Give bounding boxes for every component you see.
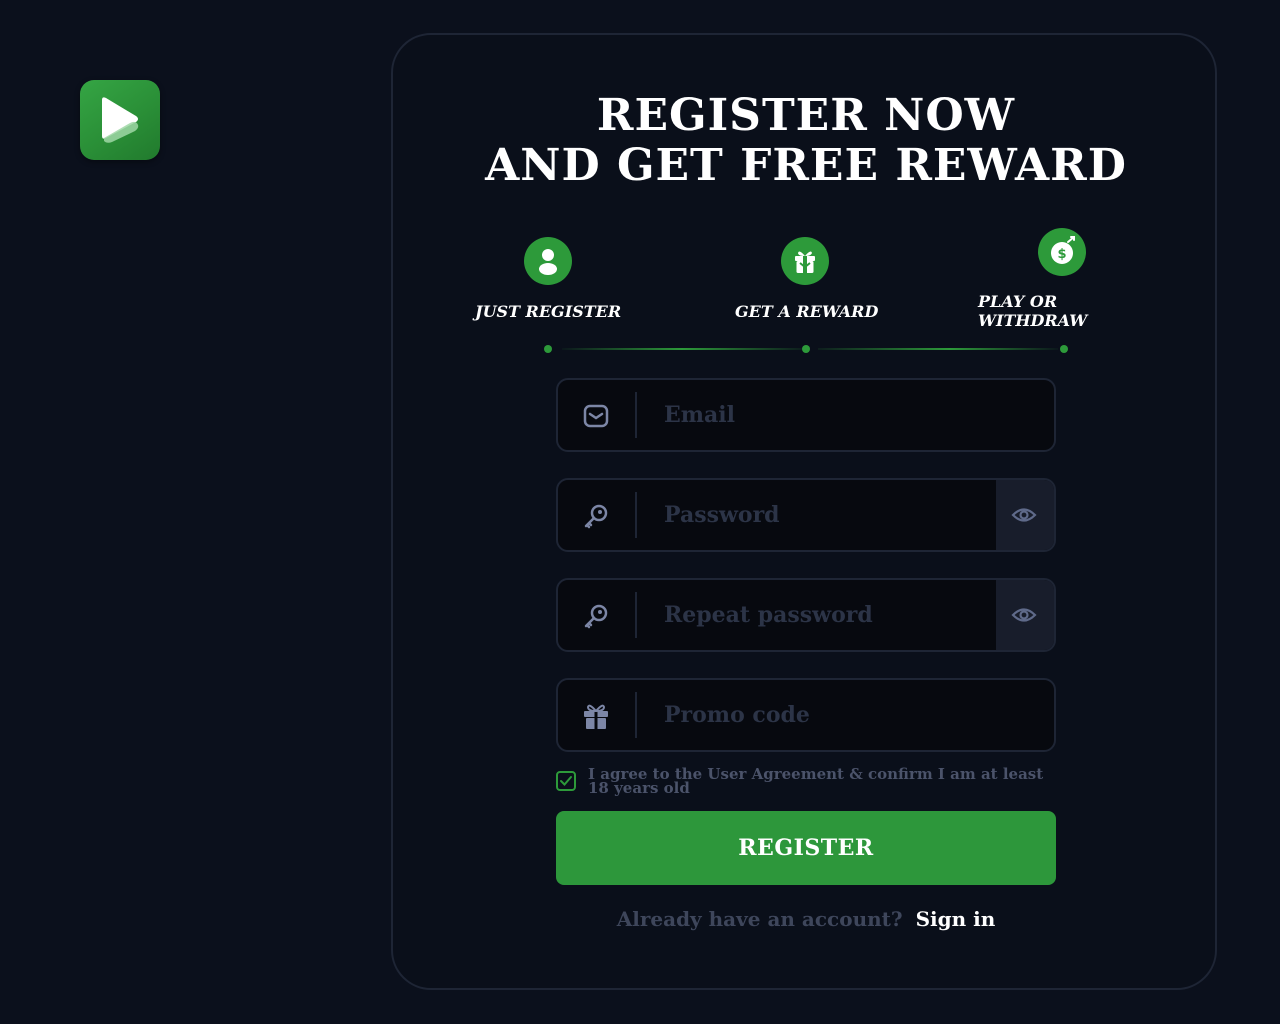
step-connector-2	[818, 348, 1058, 350]
field-divider	[635, 392, 637, 438]
eye-icon	[1011, 508, 1037, 522]
checkmark-icon	[560, 776, 572, 786]
agreement-row: I agree to the User Agreement & confirm …	[556, 765, 1056, 799]
money-bag-icon: $	[1051, 236, 1075, 264]
email-field[interactable]	[556, 378, 1056, 452]
password-field[interactable]	[556, 478, 1056, 552]
promo-code-field[interactable]	[556, 678, 1056, 752]
step-withdraw-badge: $	[1038, 228, 1086, 276]
step-withdraw-label-line2: WITHDRAW	[978, 311, 1088, 330]
signin-row: Already have an account? Sign in	[393, 907, 1219, 931]
signin-link[interactable]: Sign in	[916, 907, 996, 931]
page-title: REGISTER NOW AND GET FREE REWARD	[393, 91, 1219, 191]
app-logo[interactable]	[80, 80, 160, 160]
password-input[interactable]	[650, 480, 990, 550]
user-icon	[539, 249, 557, 275]
promo-code-input[interactable]	[650, 680, 990, 750]
signin-question: Already have an account?	[616, 907, 903, 931]
step-reward-badge	[781, 237, 829, 285]
step-dot-2	[802, 345, 810, 353]
show-repeat-password-button[interactable]	[996, 580, 1054, 650]
step-withdraw-label-line1: PLAY OR	[978, 292, 1058, 311]
play-logo-icon	[102, 97, 139, 143]
step-dot-1	[544, 345, 552, 353]
mail-icon	[583, 404, 609, 428]
agreement-checkbox[interactable]	[556, 771, 576, 791]
step-register-badge	[524, 237, 572, 285]
email-input[interactable]	[650, 380, 990, 450]
eye-icon	[1011, 608, 1037, 622]
show-password-button[interactable]	[996, 480, 1054, 550]
step-withdraw-label: PLAY OR WITHDRAW	[978, 292, 1087, 330]
step-dot-3	[1060, 345, 1068, 353]
register-button[interactable]: REGISTER	[556, 811, 1056, 885]
repeat-password-input[interactable]	[650, 580, 990, 650]
agreement-text: I agree to the User Agreement & confirm …	[588, 765, 1044, 797]
field-divider	[635, 492, 637, 538]
field-divider	[635, 692, 637, 738]
step-reward-label: GET A REWARD	[735, 302, 879, 321]
repeat-password-field[interactable]	[556, 578, 1056, 652]
step-register-label: JUST REGISTER	[475, 302, 622, 321]
field-divider	[635, 592, 637, 638]
gift-icon	[584, 704, 608, 729]
title-line-1: REGISTER NOW	[596, 90, 1016, 141]
register-card: REGISTER NOW AND GET FREE REWARD JUST RE…	[391, 33, 1217, 990]
step-connector-1	[562, 348, 802, 350]
svg-text:$: $	[1057, 247, 1066, 262]
key-icon	[584, 604, 608, 629]
key-icon	[584, 504, 608, 529]
gift-box-icon	[795, 251, 815, 273]
title-line-2: AND GET FREE REWARD	[485, 140, 1127, 191]
